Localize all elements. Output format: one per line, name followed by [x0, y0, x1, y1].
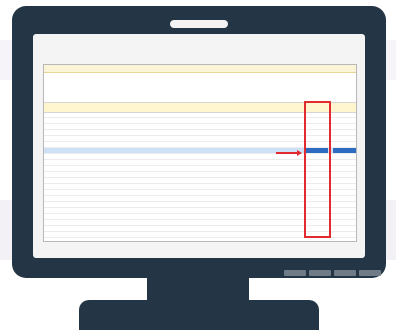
spreadsheet-window	[43, 64, 357, 242]
monitor-button[interactable]	[284, 270, 306, 276]
monitor-bezel	[12, 6, 386, 278]
monitor-buttons	[284, 270, 381, 276]
selected-cell[interactable]	[333, 148, 356, 153]
monitor-screen	[33, 34, 365, 258]
monitor-stand-base	[79, 300, 319, 330]
red-arrow-head	[297, 150, 302, 156]
report-parameters	[44, 73, 356, 93]
monitor-speaker	[170, 20, 228, 28]
monitor-stand-neck	[147, 278, 249, 302]
red-highlight-box	[304, 101, 331, 238]
monitor-button[interactable]	[334, 270, 356, 276]
report-title-bar	[44, 65, 356, 73]
red-arrow	[276, 152, 298, 154]
monitor-button[interactable]	[309, 270, 331, 276]
monitor-button[interactable]	[359, 270, 381, 276]
table-row[interactable]	[44, 238, 356, 241]
